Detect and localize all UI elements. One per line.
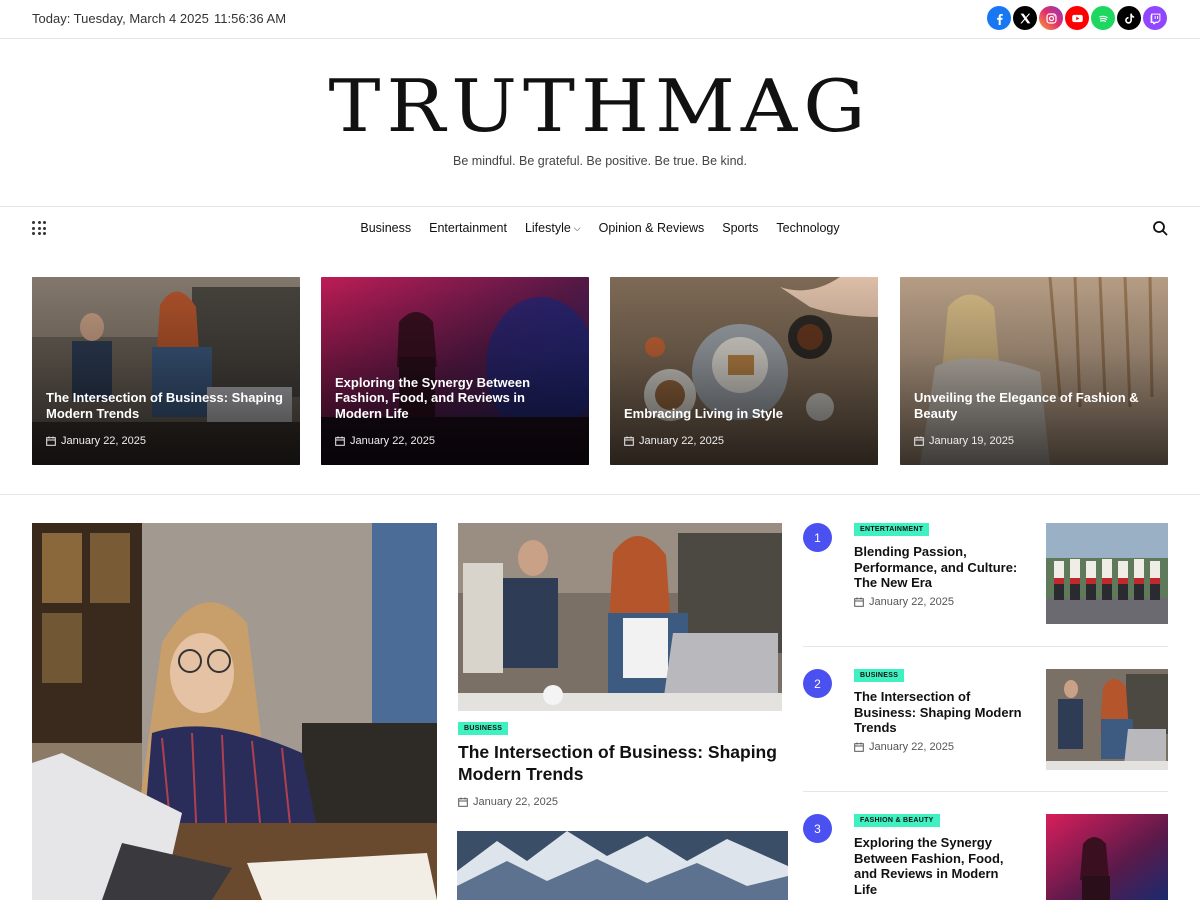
instagram-icon[interactable] [1039, 6, 1063, 30]
nav-item-entertainment[interactable]: Entertainment [429, 221, 507, 235]
ranked-article-thumbnail[interactable] [1046, 814, 1168, 900]
nav-item-lifestyle-label: Lifestyle [524, 221, 571, 235]
center-article-date-text: January 22, 2025 [473, 796, 559, 808]
tiktok-icon[interactable] [1117, 6, 1141, 30]
featured-card-date-text: January 22, 2025 [350, 435, 436, 447]
ranked-article-date: January 22, 2025 [854, 596, 954, 608]
ranked-article-thumbnail[interactable] [1046, 669, 1168, 770]
current-date: Today: Tuesday, March 4 2025 [32, 11, 209, 26]
center-article-date: January 22, 2025 [458, 796, 558, 808]
social-links [987, 6, 1167, 30]
chevron-down-icon: ⌵ [573, 222, 581, 233]
featured-card-date: January 22, 2025 [624, 435, 724, 447]
ranked-article-title[interactable]: The Intersection of Business: Shaping Mo… [854, 689, 1024, 736]
featured-card[interactable]: Embracing Living in Style January 22, 20… [610, 277, 878, 465]
main-nav: Business Entertainment Lifestyle ⌵ Opinio… [0, 206, 1200, 249]
featured-card-title[interactable]: The Intersection of Business: Shaping Mo… [46, 390, 286, 421]
current-time: 11:56:36 AM [214, 11, 287, 26]
youtube-icon[interactable] [1065, 6, 1089, 30]
calendar-icon [914, 436, 924, 446]
nav-menu: Business Entertainment Lifestyle ⌵ Opinio… [0, 221, 1200, 235]
list-separator [803, 646, 1168, 647]
center-article-title[interactable]: The Intersection of Business: Shaping Mo… [458, 742, 778, 785]
calendar-icon [854, 597, 864, 607]
category-badge[interactable]: BUSINESS [458, 722, 509, 735]
ranked-article-date: January 22, 2025 [854, 741, 954, 753]
featured-card-date-text: January 22, 2025 [61, 435, 147, 447]
nav-item-lifestyle[interactable]: Lifestyle ⌵ [525, 221, 581, 235]
search-icon[interactable] [1152, 220, 1168, 236]
rank-badge: 3 [803, 814, 832, 843]
calendar-icon [46, 436, 56, 446]
top-bar: Today: Tuesday, March 4 2025 11:56:36 AM [0, 0, 1200, 39]
featured-cards: The Intersection of Business: Shaping Mo… [32, 277, 1168, 465]
featured-card[interactable]: Unveiling the Elegance of Fashion & Beau… [900, 277, 1168, 465]
featured-card-date: January 22, 2025 [46, 435, 146, 447]
ranked-article-title[interactable]: Exploring the Synergy Between Fashion, F… [854, 835, 1024, 897]
ranked-article-date-text: January 22, 2025 [869, 741, 955, 753]
calendar-icon [335, 436, 345, 446]
featured-card[interactable]: The Intersection of Business: Shaping Mo… [32, 277, 300, 465]
facebook-icon[interactable] [987, 6, 1011, 30]
featured-card-title[interactable]: Exploring the Synergy Between Fashion, F… [335, 375, 575, 422]
featured-card-title[interactable]: Embracing Living in Style [624, 406, 864, 422]
site-tagline: Be mindful. Be grateful. Be positive. Be… [453, 154, 747, 168]
spotify-icon[interactable] [1091, 6, 1115, 30]
list-separator [803, 791, 1168, 792]
site-logo[interactable]: TRUTHMAG [0, 66, 1200, 149]
calendar-icon [458, 797, 468, 807]
category-badge[interactable]: FASHION & BEAUTY [854, 814, 940, 827]
ranked-article-thumbnail[interactable] [1046, 523, 1168, 624]
category-badge[interactable]: BUSINESS [854, 669, 905, 682]
nav-item-technology[interactable]: Technology [776, 221, 839, 235]
section-divider [0, 494, 1200, 495]
featured-card-date: January 22, 2025 [335, 435, 435, 447]
category-badge[interactable]: ENTERTAINMENT [854, 523, 930, 536]
calendar-icon [624, 436, 634, 446]
rank-badge: 2 [803, 669, 832, 698]
nav-item-business[interactable]: Business [360, 221, 411, 235]
ranked-article-date-text: January 22, 2025 [869, 596, 955, 608]
featured-card-date-text: January 19, 2025 [929, 435, 1015, 447]
x-icon[interactable] [1013, 6, 1037, 30]
calendar-icon [854, 742, 864, 752]
featured-card-title[interactable]: Unveiling the Elegance of Fashion & Beau… [914, 390, 1154, 421]
center-article-image-2[interactable] [457, 831, 788, 900]
twitch-icon[interactable] [1143, 6, 1167, 30]
main-article-image[interactable] [32, 523, 437, 900]
ranked-article-title[interactable]: Blending Passion, Performance, and Cultu… [854, 544, 1024, 591]
nav-item-opinion-reviews[interactable]: Opinion & Reviews [599, 221, 705, 235]
rank-badge: 1 [803, 523, 832, 552]
featured-card-date-text: January 22, 2025 [639, 435, 725, 447]
center-article-image[interactable] [458, 523, 782, 711]
nav-item-sports[interactable]: Sports [722, 221, 758, 235]
featured-card-date: January 19, 2025 [914, 435, 1014, 447]
featured-card[interactable]: Exploring the Synergy Between Fashion, F… [321, 277, 589, 465]
